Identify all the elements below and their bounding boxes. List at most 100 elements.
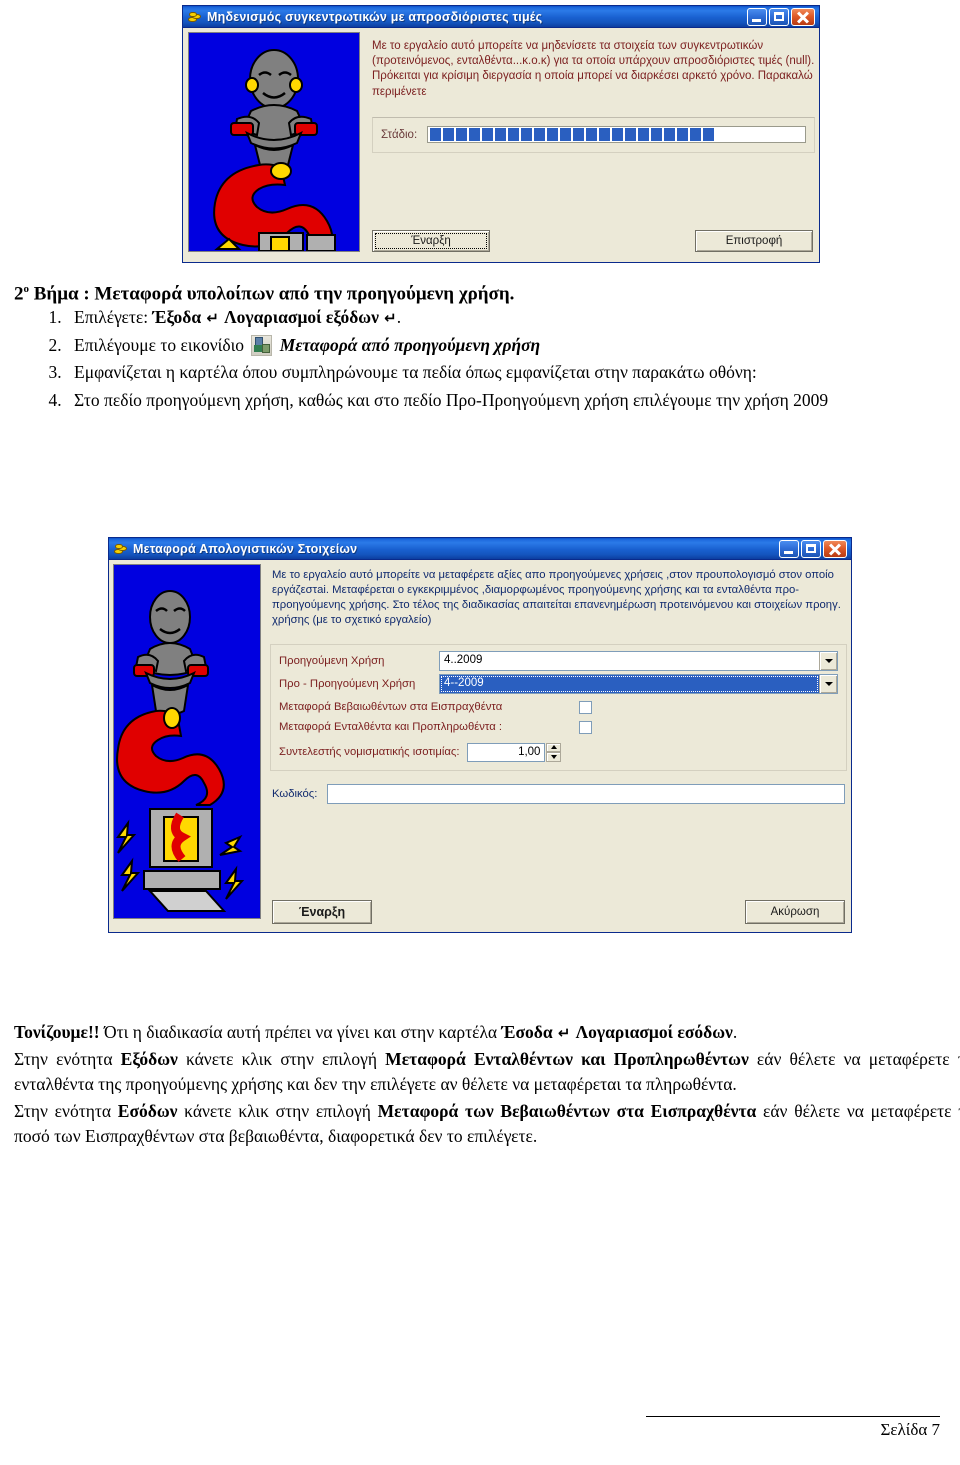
transfer-dialog-title: Μεταφορά Απολογιστικών Στοιχείων	[133, 541, 358, 556]
transfer-warrants-label: Μεταφορά Ενταλθέντα και Προπληρωθέντα :	[279, 721, 503, 734]
zeroing-dialog-titlebar[interactable]: Μηδενισμός συγκεντρωτικών με απροσδιόρισ…	[183, 6, 819, 28]
stepper-buttons	[546, 742, 562, 762]
chevron-down-icon[interactable]	[819, 674, 837, 693]
prev-year-row: Προηγούμενη Χρήση 4..2009	[279, 650, 838, 671]
pre-prev-year-row: Προ - Προηγούμενη Χρήση 4--2009	[279, 673, 838, 694]
page-number: Σελίδα 7	[880, 1420, 940, 1439]
note-paragraph-2: Στην ενότητα Εξόδων κάνετε κλικ στην επι…	[14, 1047, 960, 1098]
note-paragraph-1: Τονίζουμε!! Ότι η διαδικασία αυτή πρέπει…	[14, 1020, 960, 1046]
start-button[interactable]: Έναρξη	[272, 900, 372, 924]
genie-svg	[189, 33, 359, 251]
progress-segment	[651, 128, 663, 142]
transfer-confirmed-checkbox[interactable]	[579, 700, 592, 714]
note-paragraph-3: Στην ενότητα Εσόδων κάνετε κλικ στην επι…	[14, 1099, 960, 1150]
transfer-dialog: Μεταφορά Απολογιστικών Στοιχείων Με το ε…	[108, 537, 852, 933]
zeroing-description: Με το εργαλείο αυτό μπορείτε να μηδενίσε…	[372, 40, 815, 98]
stage-group: Στάδιο:	[372, 116, 815, 153]
text-run: Στην ενότητα	[14, 1048, 121, 1069]
prev-year-label: Προηγούμενη Χρήση	[279, 654, 385, 667]
text-run: Στο πεδίο προηγούμενη χρήση, καθώς και σ…	[74, 389, 829, 410]
progress-segment	[573, 128, 585, 142]
text-run: Λογαριασμοί εσόδων	[575, 1022, 733, 1042]
back-button[interactable]: Επιστροφή	[695, 230, 813, 252]
progress-segment	[625, 128, 637, 142]
code-row: Κωδικός:	[272, 783, 845, 804]
text-run: κάνετε κλικ στην επιλογή	[177, 1100, 378, 1121]
text-run: Τονίζουμε!!	[14, 1022, 100, 1042]
text-run: Μεταφορά Ενταλθέντων και Προπληρωθέντων	[385, 1048, 749, 1069]
progress-segment	[534, 128, 546, 142]
progress-segment	[677, 128, 689, 142]
progress-segment	[560, 128, 572, 142]
genie-svg	[114, 565, 260, 918]
maximize-icon[interactable]	[769, 7, 789, 26]
zeroing-button-row: Έναρξη Επιστροφή	[372, 230, 813, 252]
progress-segment	[469, 128, 481, 142]
stage-label: Στάδιο:	[381, 128, 418, 141]
progress-segment	[482, 128, 494, 142]
step-item: Εμφανίζεται η καρτέλα όπου συμπληρώνουμε…	[66, 360, 960, 386]
zeroing-dialog-body: Με το εργαλείο αυτό μπορείτε να μηδενίσε…	[183, 28, 819, 262]
notes-block: Τονίζουμε!! Ότι η διαδικασία αυτή πρέπει…	[0, 1020, 960, 1151]
progress-segment	[612, 128, 624, 142]
progress-segment	[599, 128, 611, 142]
text-run: Έσοδα	[501, 1022, 553, 1042]
zeroing-dialog-content: Με το εργαλείο αυτό μπορείτε να μηδενίσε…	[372, 32, 815, 258]
text-run: Στην ενότητα	[14, 1100, 118, 1121]
progress-segment	[495, 128, 507, 142]
progress-bar	[427, 126, 806, 144]
pre-prev-year-label: Προ - Προηγούμενη Χρήση	[279, 677, 416, 690]
close-icon[interactable]	[823, 539, 847, 558]
text-run: .	[732, 1022, 738, 1042]
progress-segment	[430, 128, 442, 142]
progress-segment	[690, 128, 702, 142]
minimize-icon[interactable]	[747, 7, 767, 26]
maximize-icon[interactable]	[801, 539, 821, 558]
text-run: .	[396, 307, 402, 328]
text-run: Εξόδων	[120, 1048, 178, 1069]
transfer-dialog-titlebar[interactable]: Μεταφορά Απολογιστικών Στοιχείων	[109, 538, 851, 560]
code-input[interactable]	[327, 783, 845, 804]
chevron-down-icon[interactable]	[819, 651, 837, 670]
step-item: Στο πεδίο προηγούμενη χρήση, καθώς και σ…	[66, 388, 960, 414]
exchange-rate-value[interactable]: 1,00	[467, 742, 546, 762]
minimize-icon[interactable]	[779, 539, 799, 558]
progress-segment	[638, 128, 650, 142]
footer-divider	[646, 1416, 940, 1417]
text-run: Εμφανίζεται η καρτέλα όπου συμπληρώνουμε…	[74, 362, 757, 383]
progress-segment	[456, 128, 468, 142]
progress-segment	[508, 128, 520, 142]
close-icon[interactable]	[791, 7, 815, 26]
text-run: κάνετε κλικ στην επιλογή	[177, 1048, 386, 1069]
text-run: Επιλέγετε:	[74, 307, 153, 328]
transfer-dialog-body: Με το εργαλείο αυτό μπορείτε να μεταφέρε…	[109, 560, 851, 932]
page-title: 2ο Βήμα : Μεταφορά υπολοίπων από την προ…	[14, 283, 515, 305]
stepper-up-icon[interactable]	[546, 742, 562, 753]
steps-list: Επιλέγετε: Έξοδα ↵ Λογαριασμοί εξόδων ↵.…	[0, 305, 960, 413]
prev-year-select[interactable]: 4..2009	[439, 650, 838, 671]
coins-icon	[113, 541, 129, 557]
pre-prev-year-select[interactable]: 4--2009	[439, 673, 838, 694]
prev-year-value: 4..2009	[444, 653, 483, 666]
genie-illustration	[188, 32, 360, 252]
transfer-warrants-checkbox[interactable]	[579, 720, 592, 734]
text-run: Μεταφορά των Βεβαιωθέντων στα Εισπραχθέν…	[377, 1100, 757, 1121]
genie-illustration	[113, 564, 261, 919]
text-run: ↵	[201, 309, 225, 328]
step-item: Επιλέγουμε το εικονίδιο Μεταφορά από προ…	[66, 333, 960, 359]
stepper-down-icon[interactable]	[546, 752, 562, 762]
coins-icon	[187, 9, 203, 25]
zeroing-dialog-title: Μηδενισμός συγκεντρωτικών με απροσδιόρισ…	[207, 9, 543, 24]
progress-segment	[586, 128, 598, 142]
progress-segment	[443, 128, 455, 142]
text-run: Ότι η διαδικασία αυτή πρέπει να γίνει κα…	[99, 1022, 502, 1042]
step-item: Επιλέγετε: Έξοδα ↵ Λογαριασμοί εξόδων ↵.	[66, 305, 960, 331]
zeroing-dialog: Μηδενισμός συγκεντρωτικών με απροσδιόρισ…	[182, 5, 820, 263]
caption-button-group	[747, 7, 817, 26]
text-run: ↵	[552, 1024, 576, 1042]
exchange-rate-stepper[interactable]: 1,00	[467, 742, 562, 762]
text-run: Επιλέγουμε το εικονίδιο	[74, 334, 249, 355]
start-button[interactable]: Έναρξη	[372, 230, 490, 252]
cancel-button[interactable]: Ακύρωση	[745, 900, 845, 924]
text-run: Λογαριασμοί εξόδων	[224, 307, 379, 328]
